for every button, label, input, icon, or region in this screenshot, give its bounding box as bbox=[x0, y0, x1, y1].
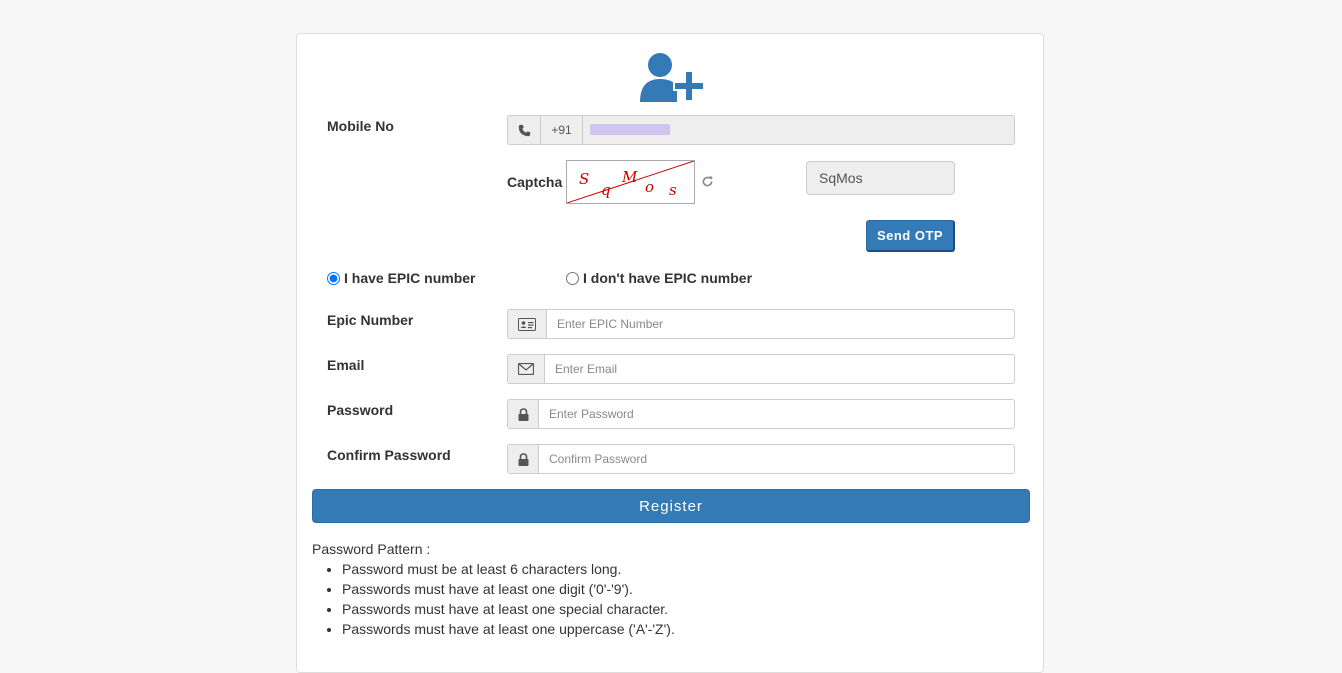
confirm-password-input-group bbox=[507, 444, 1015, 474]
mobile-input-group: +91 bbox=[507, 115, 1015, 145]
epic-label: Epic Number bbox=[327, 312, 414, 328]
email-input-group bbox=[507, 354, 1015, 384]
captcha-char: o bbox=[645, 178, 654, 196]
email-input[interactable] bbox=[544, 354, 1015, 384]
id-card-icon bbox=[507, 309, 546, 339]
country-code: +91 bbox=[540, 115, 582, 145]
epic-number-input[interactable] bbox=[546, 309, 1015, 339]
lock-icon bbox=[507, 444, 538, 474]
masked-mobile-number bbox=[590, 124, 670, 135]
captcha-char: s bbox=[669, 181, 677, 199]
refresh-icon[interactable] bbox=[701, 175, 714, 188]
envelope-icon bbox=[507, 354, 544, 384]
send-otp-button[interactable]: Send OTP bbox=[866, 220, 955, 252]
phone-icon bbox=[507, 115, 540, 145]
captcha-input[interactable] bbox=[806, 161, 955, 195]
radio-have-epic-input[interactable] bbox=[327, 271, 340, 285]
radio-have-epic[interactable]: I have EPIC number bbox=[327, 270, 475, 286]
registration-card: Mobile No +91 Captcha S q M o s Send O bbox=[296, 33, 1044, 673]
lock-icon bbox=[507, 399, 538, 429]
password-label: Password bbox=[327, 402, 394, 418]
radio-no-epic-input[interactable] bbox=[566, 271, 579, 285]
password-rule: Passwords must have at least one special… bbox=[342, 599, 675, 619]
captcha-char: M bbox=[621, 168, 638, 186]
confirm-password-label: Confirm Password bbox=[327, 447, 451, 463]
add-user-icon bbox=[639, 52, 705, 104]
mobile-field-wrap bbox=[582, 115, 1015, 145]
radio-no-epic[interactable]: I don't have EPIC number bbox=[566, 270, 752, 286]
radio-no-epic-label: I don't have EPIC number bbox=[583, 270, 753, 286]
mobile-label: Mobile No bbox=[327, 118, 394, 134]
radio-have-epic-label: I have EPIC number bbox=[344, 270, 476, 286]
email-label: Email bbox=[327, 357, 365, 373]
password-rule: Password must be at least 6 characters l… bbox=[342, 559, 675, 579]
password-rule: Passwords must have at least one digit (… bbox=[342, 579, 675, 599]
epic-input-group bbox=[507, 309, 1015, 339]
captcha-label: Captcha bbox=[507, 174, 563, 190]
captcha-char: q bbox=[601, 181, 611, 199]
captcha-char: S bbox=[579, 170, 589, 188]
password-rules-list: Password must be at least 6 characters l… bbox=[312, 559, 675, 639]
password-pattern-title: Password Pattern : bbox=[312, 541, 431, 557]
confirm-password-input[interactable] bbox=[538, 444, 1015, 474]
password-input-group bbox=[507, 399, 1015, 429]
captcha-image: S q M o s bbox=[566, 160, 695, 204]
password-input[interactable] bbox=[538, 399, 1015, 429]
password-rule: Passwords must have at least one upperca… bbox=[342, 619, 675, 639]
register-button[interactable]: Register bbox=[312, 489, 1030, 523]
